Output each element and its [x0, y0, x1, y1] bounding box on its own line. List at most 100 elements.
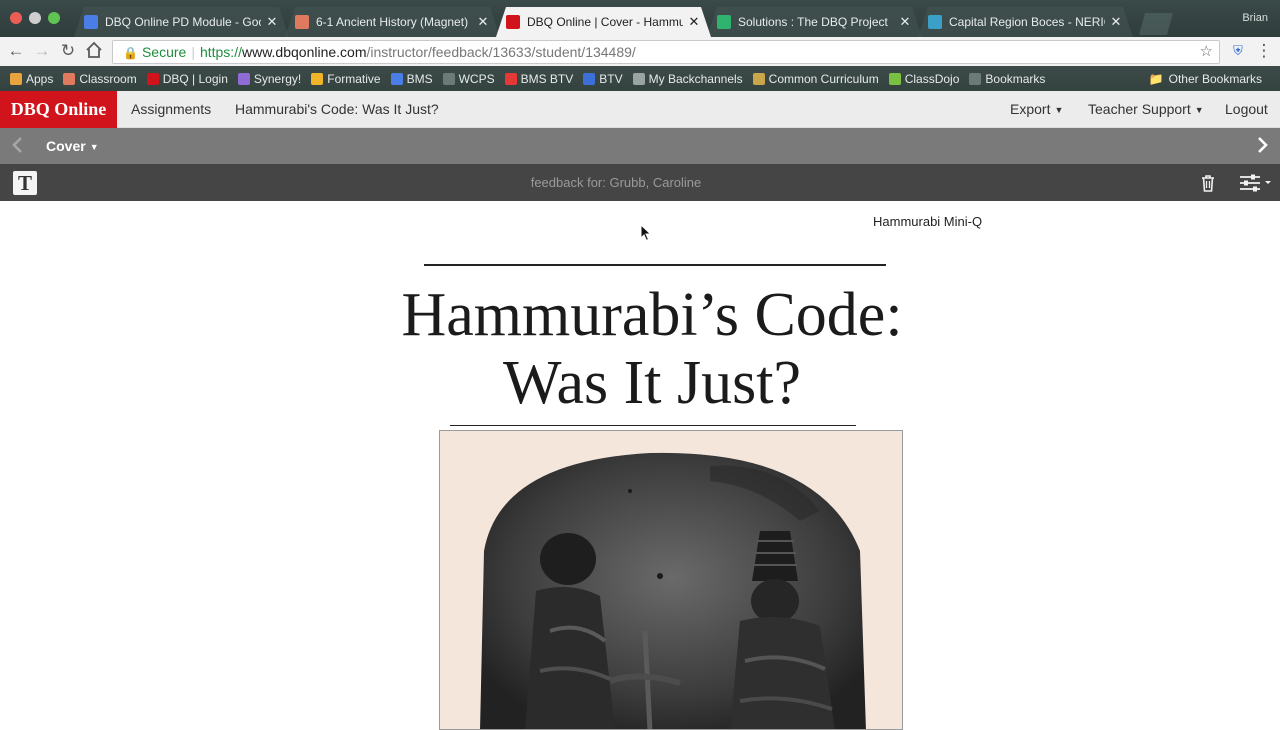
document-page: Hammurabi Mini-Q Hammurabi’s Code: Was I…	[0, 201, 1280, 730]
bookmark-item[interactable]: BMS	[390, 71, 433, 86]
bookmark-item[interactable]: Synergy!	[237, 71, 302, 86]
browser-tab[interactable]: DBQ Online PD Module - Goog ✕	[74, 7, 289, 37]
bookmark-item[interactable]: BMS BTV	[504, 71, 574, 86]
back-arrow-icon[interactable]: ←	[6, 41, 26, 61]
export-label: Export	[1010, 101, 1051, 117]
bookmark-label: Bookmarks	[985, 71, 1046, 86]
tab-favicon-icon	[928, 15, 942, 29]
bookmark-label: ClassDojo	[904, 71, 960, 86]
url-scheme: https://	[199, 44, 242, 60]
bookmark-item[interactable]: Bookmarks	[969, 72, 1045, 86]
bookmark-item[interactable]: Common Curriculum	[752, 71, 879, 86]
nav-assignments-link[interactable]: Assignments	[131, 91, 211, 128]
tab-title: 6-1 Ancient History (Magnet)	[316, 15, 469, 29]
bookmark-item[interactable]: BTV	[583, 72, 623, 86]
tab-close-icon[interactable]: ✕	[687, 14, 701, 30]
bookmark-item[interactable]: Formative	[311, 72, 381, 86]
window-close-button[interactable]	[10, 12, 22, 24]
bookmark-item[interactable]: Classroom	[63, 71, 137, 86]
browser-toolbar: ← → ↻ 🔒 Secure | https://www.dbqonline.com/…	[0, 37, 1280, 66]
bookmark-item[interactable]: Apps	[10, 72, 53, 86]
hammurabi-stele-image	[439, 430, 903, 730]
tab-close-icon[interactable]: ✕	[898, 14, 912, 30]
folder-icon: 📁	[1148, 71, 1164, 86]
document-section-bar: Cover ▼	[0, 128, 1280, 164]
section-dropdown[interactable]: Cover ▼	[46, 128, 99, 165]
bookmark-favicon-icon	[442, 72, 455, 85]
tab-favicon-icon	[295, 15, 309, 29]
window-minimize-button[interactable]	[29, 12, 41, 24]
browser-menu-icon[interactable]: ⋮	[1254, 41, 1274, 61]
bookmark-favicon-icon	[752, 72, 765, 85]
bookmark-label: Common Curriculum	[768, 71, 879, 86]
tab-title: Solutions : The DBQ Project	[738, 15, 888, 29]
next-chevron-icon[interactable]	[1256, 136, 1270, 159]
secure-label: Secure	[141, 44, 187, 60]
window-maximize-button[interactable]	[48, 12, 60, 24]
bookmark-item[interactable]: My Backchannels	[632, 71, 743, 86]
new-tab-button[interactable]	[1139, 13, 1173, 35]
bookmark-label: BMS BTV	[520, 71, 574, 86]
teacher-support-menu[interactable]: Teacher Support ▼	[1088, 91, 1204, 129]
bookmark-label: My Backchannels	[648, 71, 743, 86]
bookmark-label: Apps	[26, 71, 54, 86]
nav-document-title[interactable]: Hammurabi's Code: Was It Just?	[235, 91, 439, 128]
tab-favicon-icon	[717, 15, 731, 29]
bookmark-favicon-icon	[390, 72, 403, 85]
bookmarks-bar: Apps Classroom DBQ | Login Synergy! Formativ…	[0, 66, 1280, 91]
tab-title: DBQ Online PD Module - Goog	[105, 15, 261, 29]
caret-down-icon: ▼	[1054, 105, 1064, 115]
extension-shield-icon[interactable]: ⛨	[1228, 41, 1248, 61]
forward-arrow-icon[interactable]: →	[32, 41, 52, 61]
bookmark-favicon-icon	[632, 72, 645, 85]
title-line-2: Was It Just?	[502, 349, 802, 417]
lock-icon: 🔒	[123, 46, 138, 60]
mouse-cursor	[640, 223, 652, 242]
tab-close-icon[interactable]: ✕	[476, 14, 490, 30]
feedback-toolbar: T feedback for: Grubb, Caroline	[0, 164, 1280, 201]
bookmark-favicon-icon	[311, 72, 324, 85]
brand-logo[interactable]: DBQ Online	[0, 91, 117, 128]
browser-tab[interactable]: 6-1 Ancient History (Magnet) ✕	[285, 7, 500, 37]
title-rule-top	[424, 264, 886, 266]
browser-tab[interactable]: Capital Region Boces - NERIC ✕	[918, 7, 1133, 37]
bookmark-item[interactable]: WCPS	[442, 71, 495, 86]
tab-title: DBQ Online | Cover - Hammur	[527, 15, 683, 29]
section-label: Cover	[46, 138, 86, 154]
bookmark-label: Classroom	[79, 71, 137, 86]
logout-link[interactable]: Logout	[1225, 91, 1268, 128]
address-bar[interactable]: 🔒 Secure | https://www.dbqonline.com/instru…	[112, 40, 1220, 64]
settings-sliders-icon[interactable]	[1238, 173, 1274, 193]
bookmark-star-icon[interactable]: ☆	[1200, 41, 1213, 63]
browser-tab-strip: DBQ Online PD Module - Goog ✕ 6-1 Ancient …	[0, 0, 1280, 37]
url-host: www.dbqonline.com	[241, 44, 367, 60]
bookmark-favicon-icon	[888, 72, 901, 85]
bookmark-item[interactable]: ClassDojo	[888, 71, 960, 86]
document-title: Hammurabi’s Code: Was It Just?	[340, 281, 964, 417]
tab-close-icon[interactable]: ✕	[1109, 14, 1123, 30]
browser-tab[interactable]: Solutions : The DBQ Project ✕	[707, 7, 922, 37]
profile-name[interactable]: Brian	[1242, 12, 1268, 24]
home-icon[interactable]	[84, 41, 104, 61]
reload-icon[interactable]: ↻	[58, 41, 78, 61]
bookmark-item[interactable]: DBQ | Login	[146, 72, 228, 86]
tab-close-icon[interactable]: ✕	[265, 14, 279, 30]
previous-chevron-icon[interactable]	[10, 136, 24, 159]
caret-down-icon: ▼	[1194, 105, 1204, 115]
tab-list: DBQ Online PD Module - Goog ✕ 6-1 Ancient …	[74, 7, 1173, 37]
other-bookmarks-folder[interactable]: 📁 Other Bookmarks	[1149, 72, 1262, 86]
bookmark-label: WCPS	[458, 71, 495, 86]
tab-favicon-icon	[506, 15, 520, 29]
export-menu[interactable]: Export ▼	[1010, 91, 1063, 129]
trash-icon[interactable]	[1198, 173, 1218, 193]
bookmark-label: BMS	[406, 71, 433, 86]
other-bookmarks-label: Other Bookmarks	[1168, 71, 1262, 86]
browser-tab[interactable]: DBQ Online | Cover - Hammur ✕	[496, 7, 711, 37]
title-rule-bottom	[450, 425, 856, 426]
app-navbar: DBQ Online Assignments Hammurabi's Code:…	[0, 91, 1280, 128]
tab-title: Capital Region Boces - NERIC	[949, 15, 1105, 29]
bookmark-favicon-icon	[146, 72, 159, 85]
bookmark-favicon-icon	[504, 72, 517, 85]
address-divider: |	[191, 44, 195, 60]
bookmark-label: Synergy!	[253, 71, 302, 86]
